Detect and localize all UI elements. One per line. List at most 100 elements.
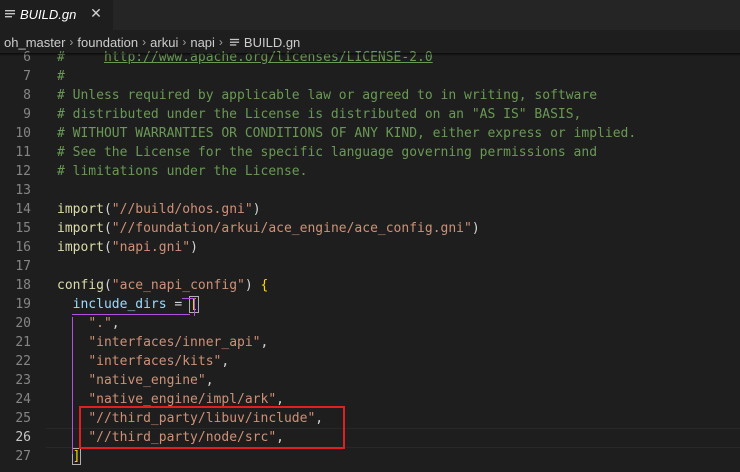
- code-token: # WITHOUT WARRANTIES OR CONDITIONS OF AN…: [57, 126, 637, 141]
- code-token: (: [103, 221, 112, 236]
- code-text: "native_engine",: [57, 371, 214, 390]
- tab-bar: BUILD.gn ✕: [0, 0, 740, 30]
- line-number: 12: [15, 164, 31, 179]
- tab-label: BUILD.gn: [20, 7, 77, 22]
- line-number: 20: [15, 316, 31, 331]
- code-line[interactable]: 22 "interfaces/kits",: [0, 352, 740, 371]
- code-line[interactable]: 9 # distributed under the License is dist…: [0, 105, 740, 124]
- code-token: "interfaces/inner_api": [88, 335, 261, 350]
- line-number: 23: [15, 373, 31, 388]
- code-text: import("//foundation/arkui/ace_engine/ac…: [57, 219, 480, 238]
- code-line[interactable]: 13: [0, 181, 740, 200]
- code-token: (: [103, 202, 112, 217]
- line-number: 7: [23, 69, 31, 84]
- code-token: # See the License for the specific langu…: [57, 145, 598, 160]
- code-text: config("ace_napi_config") {: [57, 276, 268, 295]
- bracket-pair-guide: [72, 314, 190, 315]
- code-line[interactable]: 17: [0, 257, 740, 276]
- file-lines-icon: [229, 38, 240, 46]
- code-token: ): [190, 240, 198, 255]
- code-token: ,: [276, 392, 284, 407]
- code-token: import: [57, 240, 104, 255]
- line-number: 11: [15, 145, 31, 160]
- code-text: # distributed under the License is distr…: [57, 105, 581, 124]
- code-line[interactable]: 10 # WITHOUT WARRANTIES OR CONDITIONS OF …: [0, 124, 740, 143]
- code-token: "native_engine": [88, 373, 206, 388]
- code-token: import: [57, 221, 104, 236]
- code-token: config: [57, 278, 104, 293]
- code-text: # Unless required by applicable law or a…: [57, 86, 597, 105]
- chevron-right-icon: ›: [69, 35, 74, 49]
- code-line[interactable]: 19 include_dirs = [: [0, 295, 740, 314]
- line-number: 6: [23, 50, 31, 65]
- close-icon[interactable]: ✕: [87, 5, 105, 23]
- code-token: "ace_napi_config": [111, 278, 245, 293]
- line-number: 26: [15, 430, 31, 445]
- line-number: 15: [15, 221, 31, 236]
- code-token: "native_engine/impl/ark": [88, 392, 277, 407]
- code-line[interactable]: 18 config("ace_napi_config") {: [0, 276, 740, 295]
- code-text: # limitations under the License.: [57, 162, 307, 181]
- line-number: 9: [23, 107, 31, 122]
- line-number: 13: [15, 183, 31, 198]
- bracket-pair-guide: [72, 317, 73, 454]
- code-line[interactable]: 15 import("//foundation/arkui/ace_engine/…: [0, 219, 740, 238]
- scroll-shadow: [0, 53, 740, 56]
- code-token: #: [57, 69, 65, 84]
- code-token: ]: [71, 448, 82, 465]
- line-number: 18: [15, 278, 31, 293]
- code-text: #: [57, 67, 65, 86]
- code-line[interactable]: 12 # limitations under the License.: [0, 162, 740, 181]
- editor-tab-build-gn[interactable]: BUILD.gn ✕: [0, 0, 113, 30]
- code-text: import("napi.gni"): [57, 238, 198, 257]
- code-token: include_dirs: [72, 297, 167, 312]
- code-text: "interfaces/kits",: [57, 352, 229, 371]
- code-token: ): [471, 221, 480, 236]
- code-token: ,: [260, 335, 269, 350]
- chevron-right-icon: ›: [218, 35, 223, 49]
- code-token: "//foundation/arkui/ace_engine/ace_confi…: [111, 221, 472, 236]
- code-token: "napi.gni": [111, 240, 191, 255]
- code-text: import("//build/ohos.gni"): [57, 200, 261, 219]
- line-number: 24: [15, 392, 31, 407]
- code-token: ,: [221, 354, 230, 369]
- line-number: 21: [15, 335, 31, 350]
- code-token: "//build/ohos.gni": [111, 202, 253, 217]
- code-token: # Unless required by applicable law or a…: [57, 88, 598, 103]
- code-line[interactable]: 8 # Unless required by applicable law or …: [0, 86, 740, 105]
- code-line[interactable]: 7 #: [0, 67, 740, 86]
- code-text: # http://www.apache.org/licenses/LICENSE…: [57, 48, 433, 67]
- code-line[interactable]: 6 # http://www.apache.org/licenses/LICENS…: [0, 48, 740, 67]
- code-token: (: [103, 278, 112, 293]
- code-token: {: [260, 278, 269, 293]
- code-token: "interfaces/kits": [88, 354, 222, 369]
- line-number: 16: [15, 240, 31, 255]
- code-line[interactable]: 14 import("//build/ohos.gni"): [0, 200, 740, 219]
- line-number: 8: [23, 88, 31, 103]
- code-token: ,: [111, 316, 120, 331]
- line-number: 27: [15, 449, 31, 464]
- code-text: include_dirs = [: [57, 295, 199, 314]
- code-token: ,: [205, 373, 214, 388]
- line-number: 19: [15, 297, 31, 312]
- code-text: ".",: [57, 314, 120, 333]
- chevron-right-icon: ›: [182, 35, 187, 49]
- code-text: # See the License for the specific langu…: [57, 143, 597, 162]
- code-text: # WITHOUT WARRANTIES OR CONDITIONS OF AN…: [57, 124, 636, 143]
- line-number: 10: [15, 126, 31, 141]
- code-line[interactable]: 27 ]: [0, 447, 740, 466]
- code-line[interactable]: 16 import("napi.gni"): [0, 238, 740, 257]
- line-number: 22: [15, 354, 31, 369]
- code-line[interactable]: 11 # See the License for the specific lan…: [0, 143, 740, 162]
- code-token: (: [103, 240, 112, 255]
- line-number: 25: [15, 411, 31, 426]
- code-editor[interactable]: 6 # http://www.apache.org/licenses/LICENS…: [0, 48, 740, 472]
- line-number: 14: [15, 202, 31, 217]
- code-line[interactable]: 23 "native_engine",: [0, 371, 740, 390]
- line-number: 17: [15, 259, 31, 274]
- highlight-annotation-box: [79, 406, 345, 449]
- code-line[interactable]: 20 ".",: [0, 314, 740, 333]
- code-line[interactable]: 21 "interfaces/inner_api",: [0, 333, 740, 352]
- code-token: # distributed under the License is distr…: [57, 107, 582, 122]
